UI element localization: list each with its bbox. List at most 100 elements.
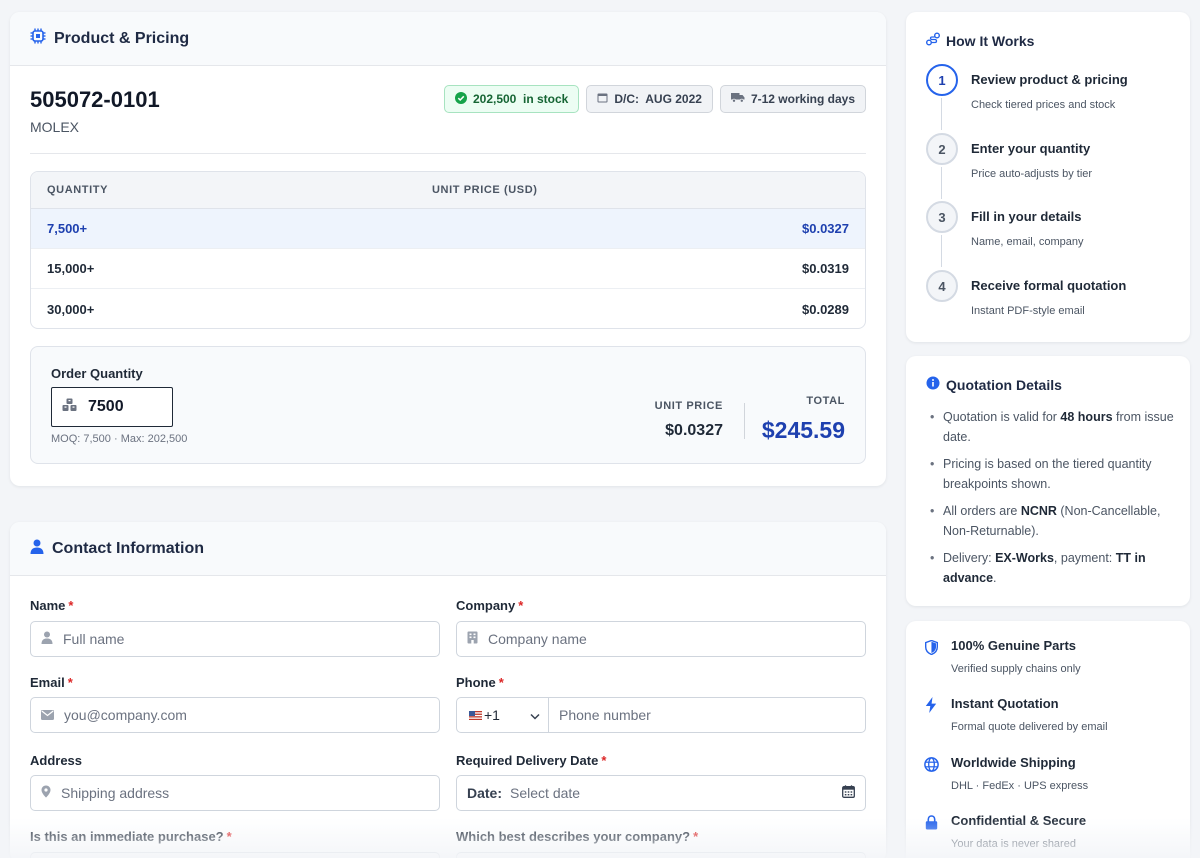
trust-subtitle: DHL · FedEx · UPS express xyxy=(951,780,1089,792)
building-icon xyxy=(467,631,478,647)
step-number: 4 xyxy=(926,270,958,302)
shield-icon xyxy=(922,638,940,656)
unit-price-column-header: UNIT PRICE (USD) xyxy=(432,184,538,196)
tier-quantity: 7,500+ xyxy=(47,221,88,236)
step-title: Fill in your details xyxy=(971,209,1082,224)
total-value: $245.59 xyxy=(761,417,845,443)
order-summary-box: Order Quantity 7500 MOQ: 7,500 · Max: 20… xyxy=(30,346,866,464)
product-badges: 202,500 in stock D/C: AUG 2022 7-12 work… xyxy=(443,85,866,113)
tier-price: $0.0289 xyxy=(802,301,849,317)
trust-subtitle: Verified supply chains only xyxy=(951,663,1081,675)
divider xyxy=(30,153,866,154)
map-pin-icon xyxy=(41,785,51,801)
company-type-label-text: Which best describes your company? xyxy=(456,829,691,844)
country-code-select[interactable]: +1 xyxy=(457,698,549,732)
required-mark: * xyxy=(601,753,607,768)
company-label: Company * xyxy=(456,598,523,613)
name-placeholder: Full name xyxy=(63,631,125,647)
company-placeholder: Company name xyxy=(488,631,587,647)
order-quantity-input[interactable]: 7500 xyxy=(51,387,173,427)
how-it-works-heading: How It Works xyxy=(926,32,1034,49)
required-mark: * xyxy=(226,829,232,844)
stock-badge-label: 202,500 in stock xyxy=(472,92,569,106)
user-icon xyxy=(30,539,44,559)
order-quantity-hint: MOQ: 7,500 · Max: 202,500 xyxy=(51,433,188,445)
detail-emphasis: 48 hours xyxy=(1060,410,1113,424)
step-number: 2 xyxy=(926,133,958,165)
chevron-down-icon xyxy=(530,707,540,723)
required-mark: * xyxy=(693,829,699,844)
name-field[interactable]: Full name xyxy=(30,621,440,657)
quotation-details-card: Quotation Details Quotation is valid for… xyxy=(906,356,1190,606)
price-tier-row[interactable]: 7,500+ $0.0327 xyxy=(31,209,865,249)
how-it-works-card: How It Works 1 Review product & pricing … xyxy=(906,12,1190,342)
quantity-column-header: QUANTITY xyxy=(47,184,109,196)
date-code-badge: D/C: AUG 2022 xyxy=(586,85,713,113)
lead-time-label: 7-12 working days xyxy=(750,92,855,106)
brand-name: MOLEX xyxy=(30,119,80,135)
phone-number-input[interactable]: Phone number xyxy=(559,707,651,723)
date-code-label: D/C: AUG 2022 xyxy=(614,92,702,106)
immediate-purchase-select[interactable] xyxy=(30,852,440,858)
detail-item: Delivery: EX-Works, payment: TT in advan… xyxy=(930,549,1176,588)
product-pricing-card: Product & Pricing 505072-0101 MOLEX 202,… xyxy=(10,12,886,486)
step-subtitle: Price auto-adjusts by tier xyxy=(971,168,1093,180)
detail-item: Quotation is valid for 48 hours from iss… xyxy=(930,408,1176,447)
trust-title: 100% Genuine Parts xyxy=(951,638,1076,653)
check-circle-icon xyxy=(454,91,467,107)
lead-time-badge: 7-12 working days xyxy=(719,85,866,113)
stock-badge: 202,500 in stock xyxy=(443,85,580,113)
delivery-date-label-text: Required Delivery Date xyxy=(456,753,599,768)
email-placeholder: you@company.com xyxy=(64,707,187,723)
calendar-icon[interactable] xyxy=(842,785,855,801)
date-prefix: Date: xyxy=(467,785,503,801)
detail-emphasis: EX-Works xyxy=(995,551,1054,565)
company-type-select[interactable] xyxy=(456,852,866,858)
step-subtitle: Instant PDF-style email xyxy=(971,305,1085,317)
trust-title: Confidential & Secure xyxy=(951,813,1087,828)
detail-text: Delivery: xyxy=(943,551,996,565)
step-subtitle: Check tiered prices and stock xyxy=(971,99,1116,111)
email-label-text: Email xyxy=(30,675,65,690)
price-tier-row[interactable]: 30,000+ $0.0289 xyxy=(31,289,865,328)
phone-field: +1 Phone number xyxy=(456,697,866,733)
required-mark: * xyxy=(518,598,524,613)
required-mark: * xyxy=(498,675,504,690)
email-label: Email * xyxy=(30,675,73,690)
company-field[interactable]: Company name xyxy=(456,621,866,657)
globe-icon xyxy=(922,755,940,773)
quotation-details-title: Quotation Details xyxy=(946,376,1062,393)
delivery-date-field[interactable]: Date: Select date xyxy=(456,775,866,811)
detail-item: Pricing is based on the tiered quantity … xyxy=(930,455,1176,494)
detail-text: Quotation is valid for xyxy=(943,410,1061,424)
address-field[interactable]: Shipping address xyxy=(30,775,440,811)
detail-text: All orders are xyxy=(943,504,1021,518)
contact-information-title: Contact Information xyxy=(52,539,204,557)
info-icon xyxy=(926,376,940,393)
part-number: 505072-0101 xyxy=(30,87,160,112)
trust-features-card: 100% Genuine Parts Verified supply chain… xyxy=(906,621,1190,858)
step-connector xyxy=(941,98,942,130)
step-number: 3 xyxy=(926,201,958,233)
product-pricing-header: Product & Pricing xyxy=(10,12,886,66)
price-tier-row[interactable]: 15,000+ $0.0319 xyxy=(31,249,865,289)
how-it-works-title: How It Works xyxy=(946,32,1035,49)
lock-icon xyxy=(922,813,940,831)
email-field[interactable]: you@company.com xyxy=(30,697,440,733)
tier-price: $0.0319 xyxy=(802,261,849,276)
contact-information-card: Contact Information Name * Full name Comp… xyxy=(10,522,886,858)
phone-label-text: Phone xyxy=(456,675,496,690)
immediate-purchase-label: Is this an immediate purchase? * xyxy=(30,829,232,844)
trust-subtitle: Formal quote delivered by email xyxy=(951,721,1108,733)
step-title: Enter your quantity xyxy=(971,141,1091,156)
tier-quantity: 30,000+ xyxy=(47,301,95,317)
detail-item: All orders are NCNR (Non-Cancellable, No… xyxy=(930,502,1176,541)
step-title: Receive formal quotation xyxy=(971,278,1127,293)
country-code-display: +1 xyxy=(469,707,500,723)
step-connector xyxy=(941,167,942,199)
name-label: Name * xyxy=(30,598,73,613)
contact-information-header: Contact Information xyxy=(10,522,886,576)
trust-title: Worldwide Shipping xyxy=(951,755,1076,770)
detail-text: . xyxy=(993,570,997,585)
tier-quantity: 15,000+ xyxy=(47,261,95,276)
